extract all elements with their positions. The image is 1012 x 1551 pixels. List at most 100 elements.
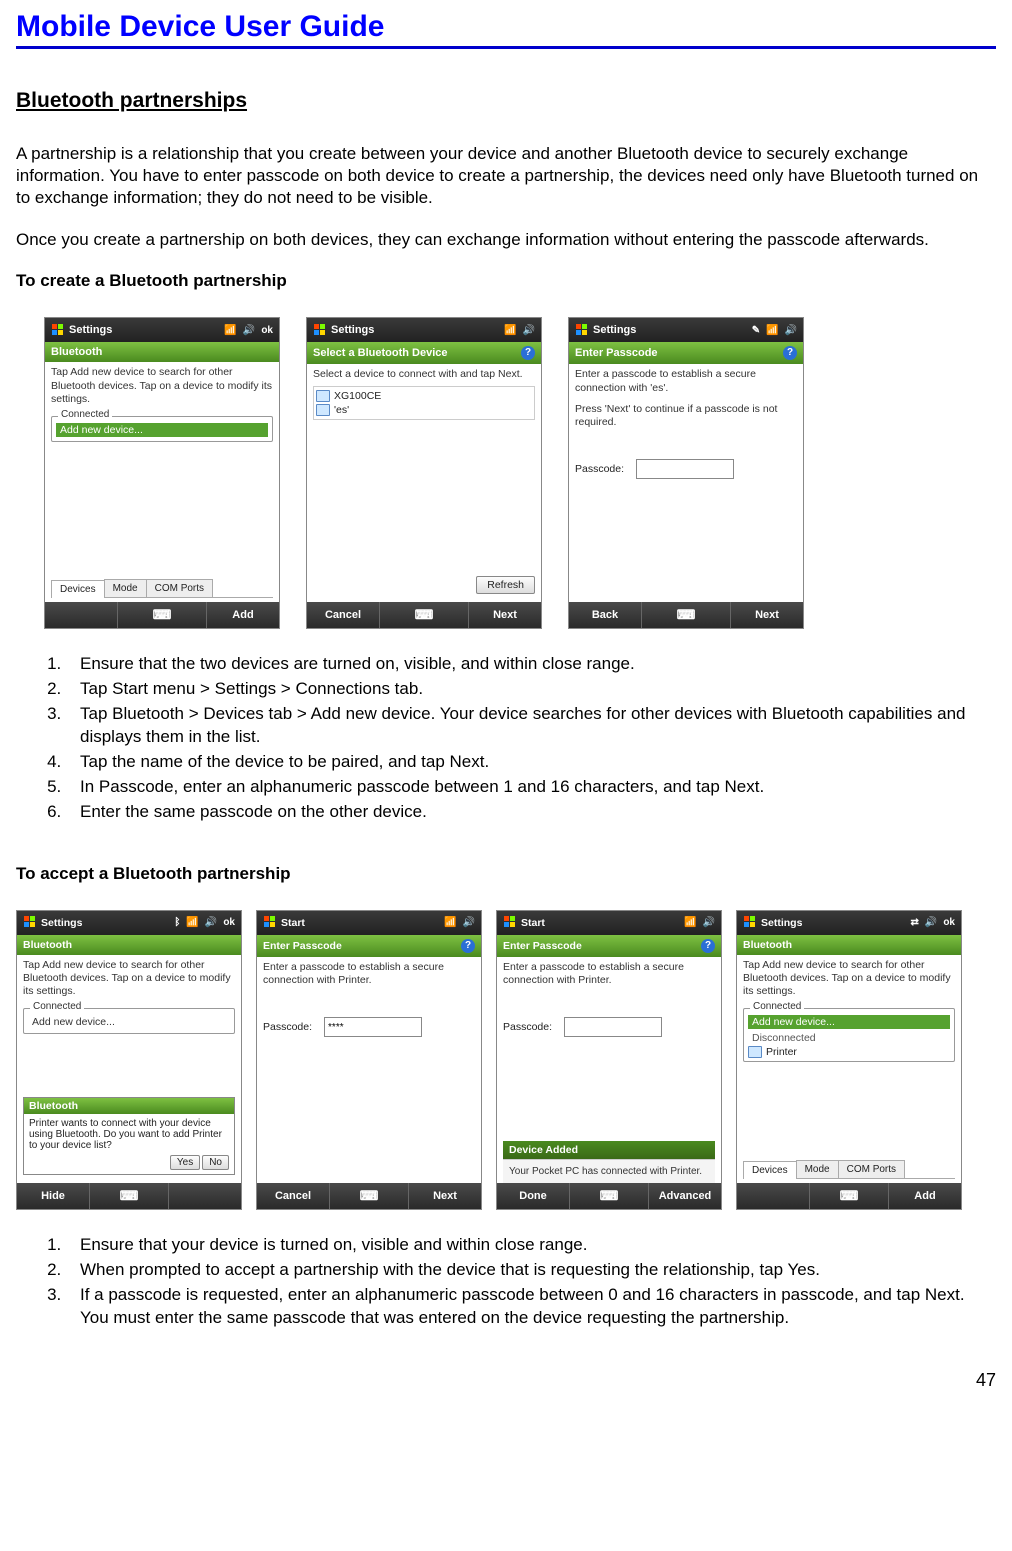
- volume-icon: 🔊: [925, 917, 937, 928]
- screenshot-pair-request: Settings ᛒ 📶 🔊 ok Bluetooth Tap Add new …: [16, 910, 242, 1210]
- add-softkey[interactable]: Add: [889, 1190, 961, 1202]
- accept-steps: Ensure that your device is turned on, vi…: [16, 1234, 996, 1330]
- back-softkey[interactable]: Back: [569, 609, 641, 621]
- accept-heading: To accept a Bluetooth partnership: [16, 864, 996, 884]
- titlebar-text: Settings: [761, 917, 906, 929]
- device-item-printer[interactable]: Printer: [748, 1045, 950, 1059]
- tab-mode[interactable]: Mode: [796, 1160, 839, 1178]
- keyboard-icon[interactable]: [415, 607, 434, 623]
- ok-button[interactable]: ok: [261, 325, 273, 336]
- start-icon[interactable]: [51, 323, 65, 337]
- help-icon[interactable]: ?: [521, 346, 535, 360]
- hide-softkey[interactable]: Hide: [17, 1190, 89, 1202]
- connected-group: Connected Add new device...: [23, 1008, 235, 1034]
- done-softkey[interactable]: Done: [497, 1190, 569, 1202]
- add-new-device-item[interactable]: Add new device...: [28, 1015, 230, 1029]
- start-icon[interactable]: [263, 916, 277, 930]
- volume-icon: 🔊: [703, 917, 715, 928]
- step: Tap the name of the device to be paired,…: [66, 751, 996, 774]
- start-icon[interactable]: [313, 323, 327, 337]
- pair-popup: Bluetooth Printer wants to connect with …: [23, 1097, 235, 1175]
- step: In Passcode, enter an alphanumeric passc…: [66, 776, 996, 799]
- device-item[interactable]: 'es': [316, 403, 532, 417]
- titlebar-text: Settings: [593, 324, 748, 336]
- create-heading: To create a Bluetooth partnership: [16, 271, 996, 291]
- create-screenshots: Settings 📶 🔊 ok Bluetooth Tap Add new de…: [44, 317, 996, 629]
- keyboard-icon[interactable]: [360, 1188, 379, 1204]
- signal-icon: 📶: [684, 917, 696, 928]
- start-icon[interactable]: [575, 323, 589, 337]
- start-icon[interactable]: [503, 916, 517, 930]
- cancel-softkey[interactable]: Cancel: [257, 1190, 329, 1202]
- cancel-softkey[interactable]: Cancel: [307, 609, 379, 621]
- popup-message: Printer wants to connect with your devic…: [29, 1118, 229, 1151]
- add-new-device-item[interactable]: Add new device...: [56, 423, 268, 437]
- section-heading: Bluetooth partnerships: [16, 89, 996, 113]
- ok-button[interactable]: ok: [223, 917, 235, 928]
- tabs: Devices Mode COM Ports: [51, 579, 273, 598]
- screenshot-select-device: Settings 📶 🔊 Select a Bluetooth Device ?…: [306, 317, 542, 629]
- screen-header: Enter Passcode ?: [569, 342, 803, 364]
- titlebar: Settings ᛒ 📶 🔊 ok: [17, 911, 241, 935]
- titlebar: Settings ✎ 📶 🔊: [569, 318, 803, 342]
- passcode-input[interactable]: [564, 1017, 662, 1037]
- tab-devices[interactable]: Devices: [51, 580, 105, 598]
- next-softkey[interactable]: Next: [469, 609, 541, 621]
- instructions-1: Enter a passcode to establish a secure c…: [575, 368, 797, 394]
- edit-icon: ✎: [752, 325, 760, 336]
- step: When prompted to accept a partnership wi…: [66, 1259, 996, 1282]
- keyboard-icon[interactable]: [840, 1188, 859, 1204]
- passcode-input[interactable]: [324, 1017, 422, 1037]
- no-button[interactable]: No: [202, 1155, 229, 1170]
- yes-button[interactable]: Yes: [170, 1155, 200, 1170]
- device-added-banner: Device Added: [503, 1141, 715, 1159]
- volume-icon: 🔊: [523, 325, 535, 336]
- next-softkey[interactable]: Next: [731, 609, 803, 621]
- tab-com-ports[interactable]: COM Ports: [838, 1160, 905, 1178]
- titlebar-text: Settings: [69, 324, 220, 336]
- bluetooth-icon: ᛒ: [174, 917, 180, 928]
- screenshot-bluetooth-devices: Settings 📶 🔊 ok Bluetooth Tap Add new de…: [44, 317, 280, 629]
- tab-com-ports[interactable]: COM Ports: [146, 579, 213, 597]
- keyboard-icon[interactable]: [153, 607, 172, 623]
- screenshot-passcode-filled: Start 📶 🔊 Enter Passcode ? Enter a passc…: [256, 910, 482, 1210]
- titlebar: Settings 📶 🔊 ok: [45, 318, 279, 342]
- instructions: Tap Add new device to search for other B…: [51, 366, 273, 405]
- help-icon[interactable]: ?: [461, 939, 475, 953]
- ok-button[interactable]: ok: [943, 917, 955, 928]
- passcode-input[interactable]: [636, 459, 734, 479]
- tabs: Devices Mode COM Ports: [743, 1160, 955, 1179]
- screenshot-device-added: Start 📶 🔊 Enter Passcode ? Enter a passc…: [496, 910, 722, 1210]
- screen-header: Select a Bluetooth Device ?: [307, 342, 541, 364]
- volume-icon: 🔊: [785, 325, 797, 336]
- keyboard-icon[interactable]: [677, 607, 696, 623]
- step: Tap Bluetooth > Devices tab > Add new de…: [66, 703, 996, 749]
- advanced-softkey[interactable]: Advanced: [649, 1190, 721, 1202]
- popup-title: Bluetooth: [24, 1098, 234, 1114]
- next-softkey[interactable]: Next: [409, 1190, 481, 1202]
- start-icon[interactable]: [743, 916, 757, 930]
- step: Tap Start menu > Settings > Connections …: [66, 678, 996, 701]
- device-groups: Connected Add new device... Disconnected…: [743, 1008, 955, 1062]
- add-new-device-item[interactable]: Add new device...: [748, 1015, 950, 1029]
- tab-mode[interactable]: Mode: [104, 579, 147, 597]
- titlebar: Settings ⇄ 🔊 ok: [737, 911, 961, 935]
- refresh-button[interactable]: Refresh: [476, 576, 535, 594]
- screenshot-bluetooth-with-printer: Settings ⇄ 🔊 ok Bluetooth Tap Add new de…: [736, 910, 962, 1210]
- device-icon: [748, 1046, 762, 1058]
- help-icon[interactable]: ?: [783, 346, 797, 360]
- intro-paragraph-1: A partnership is a relationship that you…: [16, 143, 996, 209]
- help-icon[interactable]: ?: [701, 939, 715, 953]
- titlebar-text: Start: [281, 917, 440, 929]
- device-added-message: Your Pocket PC has connected with Printe…: [503, 1159, 715, 1183]
- keyboard-icon[interactable]: [120, 1188, 139, 1204]
- add-softkey[interactable]: Add: [207, 609, 279, 621]
- accept-screenshots: Settings ᛒ 📶 🔊 ok Bluetooth Tap Add new …: [16, 910, 996, 1210]
- titlebar-text: Start: [521, 917, 680, 929]
- keyboard-icon[interactable]: [600, 1188, 619, 1204]
- tab-devices[interactable]: Devices: [743, 1161, 797, 1179]
- volume-icon: 🔊: [205, 917, 217, 928]
- device-item[interactable]: XG100CE: [316, 389, 532, 403]
- signal-icon: 📶: [504, 325, 516, 336]
- start-icon[interactable]: [23, 916, 37, 930]
